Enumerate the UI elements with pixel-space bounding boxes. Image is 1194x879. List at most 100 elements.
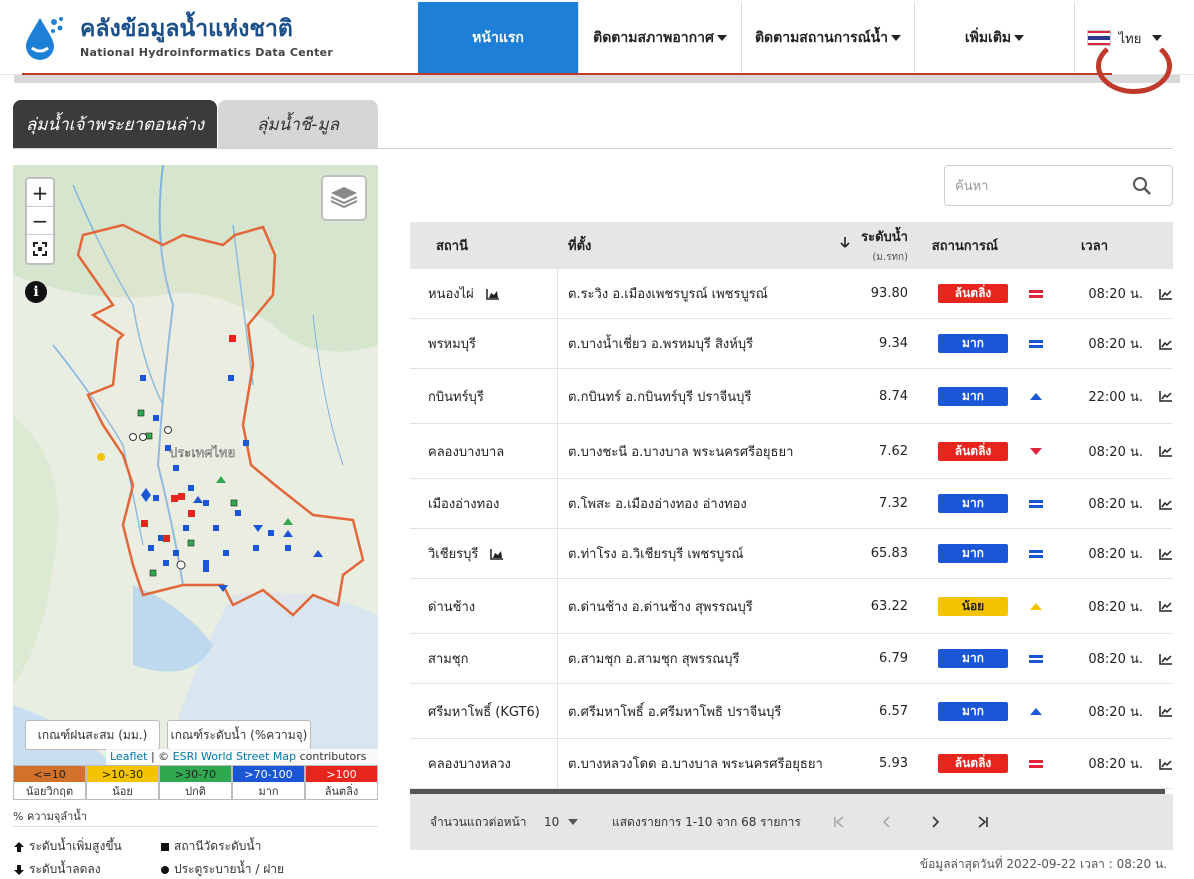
site-logo[interactable]: คลังข้อมูลน้ำแห่งชาติ National Hydroinfo… [20,12,333,62]
zoom-in-button[interactable]: + [27,179,53,207]
search-icon[interactable] [1132,176,1152,196]
table-row[interactable]: กบินทร์บุรี ต.กบินทร์ อ.กบินทร์บุรี ปราจี… [410,369,1173,424]
search-input[interactable] [955,174,1125,198]
nav-weather[interactable]: ติดตามสภาพอากาศ [578,2,741,74]
station-name[interactable]: สามชุก [428,648,469,669]
table-row[interactable]: พรหมบุรี ต.บางน้ำเชี่ยว อ.พรหมบุรี สิงห์บ… [410,319,1173,369]
water-criteria-button[interactable]: เกณฑ์ระดับน้ำ (%ความจุ) [167,720,311,750]
rain-criteria-button[interactable]: เกณฑ์ฝนสะสม (มม.) [25,720,160,750]
thai-flag-icon [1086,30,1111,46]
attribution-sep: | © [147,750,173,763]
table-row[interactable]: ศรีมหาโพธิ์ (KGT6) ต.ศรีมหาโพธิ์ อ.ศรีมหา… [410,684,1173,739]
trend-cell [1008,447,1063,455]
chart-cell [1143,600,1173,612]
basin-map[interactable]: ประเทศไทย + − i เกณฑ์ฝนสะสม (มม.) เกณฑ์ร… [13,165,378,765]
table-row[interactable]: วิเชียรบุรี ต.ท่าโรง อ.วิเชียรบุรี เพชรบู… [410,529,1173,579]
station-name[interactable]: หนองไผ่ [428,283,474,304]
trend-up-icon [1029,602,1042,610]
line-chart-icon[interactable] [1159,338,1173,350]
nav-home[interactable]: หน้าแรก [418,2,578,74]
line-chart-icon[interactable] [1159,288,1173,300]
chart-cell [1143,705,1173,717]
rows-per-page-select[interactable]: 10 [544,815,579,829]
location-cell: ต.บางหลวงโดด อ.บางบาล พระนครศรีอยุธยา [568,757,823,772]
esri-link[interactable]: ESRI World Street Map [173,750,296,763]
area-chart-icon[interactable] [486,288,500,300]
next-page-icon[interactable] [928,815,942,829]
legend-fall: ระดับน้ำลดลง [13,860,101,879]
station-name[interactable]: ศรีมหาโพธิ์ (KGT6) [428,701,540,722]
first-page-icon[interactable] [832,815,846,829]
table-row[interactable]: ด่านช้าง ต.ด่านช้าง อ.ด่านช้าง สุพรรณบุรี… [410,579,1173,634]
line-chart-icon[interactable] [1159,390,1173,402]
station-name[interactable]: เมืองอ่างทอง [428,493,499,514]
line-chart-icon[interactable] [1159,705,1173,717]
prev-page-icon[interactable] [880,815,894,829]
legend-range: >30-70 [160,766,231,782]
station-name[interactable]: คลองบางหลวง [428,753,511,774]
trend-cell [1008,759,1063,768]
status-cell: มาก [908,649,1008,668]
main-nav: หน้าแรก ติดตามสภาพอากาศ ติดตามสถานการณ์น… [418,2,1174,74]
info-icon[interactable]: i [25,281,47,303]
location-cell: ต.ศรีมหาโพธิ์ อ.ศรีมหาโพธิ ปราจีนบุรี [568,704,782,720]
fullscreen-button[interactable] [27,235,53,263]
line-chart-icon[interactable] [1159,758,1173,770]
area-chart-icon[interactable] [490,548,504,560]
station-cell: ศรีมหาโพธิ์ (KGT6) [410,684,558,738]
legend-label: ปกติ [160,782,231,799]
station-name[interactable]: ด่านช้าง [428,596,475,617]
table-row[interactable]: คลองบางหลวง ต.บางหลวงโดด อ.บางบาล พระนครศ… [410,739,1173,789]
nav-water[interactable]: ติดตามสถานการณ์น้ำ [741,2,914,74]
line-chart-icon[interactable] [1159,653,1173,665]
station-name[interactable]: พรหมบุรี [428,333,476,354]
nav-more[interactable]: เพิ่มเติม [914,2,1074,74]
legend-label: มาก [233,782,304,799]
chevron-down-icon [1152,35,1163,41]
trend-cell [1008,602,1063,610]
col-level[interactable]: ระดับน้ำ (ม.รทก) [828,226,908,265]
leaflet-link[interactable]: Leaflet [110,750,147,763]
tab-lower-chao-phraya[interactable]: ลุ่มน้ำเจ้าพระยาตอนล่าง [13,100,217,148]
last-page-icon[interactable] [976,815,990,829]
tab-chi-mun[interactable]: ลุ่มน้ำชี-มูล [218,100,378,148]
table-row[interactable]: คลองบางบาล ต.บางชะนี อ.บางบาล พระนครศรีอย… [410,424,1173,479]
last-updated: ข้อมูลล่าสุดวันที่ 2022-09-22 เวลา : 08:… [919,857,1167,871]
col-time[interactable]: เวลา [998,235,1108,256]
layers-button[interactable] [321,175,367,221]
line-chart-icon[interactable] [1159,548,1173,560]
table-row[interactable]: หนองไผ่ ต.ระวิง อ.เมืองเพชรบูรณ์ เพชรบูรณ… [410,269,1173,319]
station-name[interactable]: วิเชียรบุรี [428,543,478,564]
trend-cell [1008,707,1063,715]
chevron-down-icon [1014,35,1025,41]
header-accent-line [22,73,1112,75]
trend-equal-icon [1028,289,1043,298]
level-cell: 8.74 [879,388,908,404]
station-name[interactable]: คลองบางบาล [428,441,504,462]
search-box [944,165,1173,206]
station-cell: ด่านช้าง [410,579,558,633]
status-badge: ล้นตลิ่ง [938,754,1008,773]
zoom-out-button[interactable]: − [27,207,53,235]
trend-equal-icon [1028,339,1043,348]
line-chart-icon[interactable] [1159,445,1173,457]
col-location[interactable]: ที่ตั้ง [558,235,828,256]
level-cell: 6.79 [879,651,908,666]
line-chart-icon[interactable] [1159,600,1173,612]
col-status[interactable]: สถานการณ์ [908,235,998,256]
chevron-down-icon [568,819,579,825]
legend-station-label: สถานีวัดระดับน้ำ [174,839,262,853]
chart-cell [1143,445,1173,457]
trend-equal-icon [1028,549,1043,558]
trend-down-icon [1029,447,1042,455]
basin-tabs: ลุ่มน้ำเจ้าพระยาตอนล่าง ลุ่มน้ำชี-มูล [13,100,378,148]
chart-cell [1143,288,1173,300]
station-name[interactable]: กบินทร์บุรี [428,386,484,407]
table-row[interactable]: เมืองอ่างทอง ต.โพสะ อ.เมืองอ่างทอง อ่างทอ… [410,479,1173,529]
table-row[interactable]: สามชุก ต.สามชุก อ.สามชุก สุพรรณบุรี 6.79 มา… [410,634,1173,684]
level-cell: 7.62 [879,443,908,459]
legend-note: % ความจุลำน้ำ [13,810,87,823]
line-chart-icon[interactable] [1159,498,1173,510]
col-station[interactable]: สถานี [410,235,558,256]
location-cell: ต.ด่านช้าง อ.ด่านช้าง สุพรรณบุรี [568,599,753,615]
